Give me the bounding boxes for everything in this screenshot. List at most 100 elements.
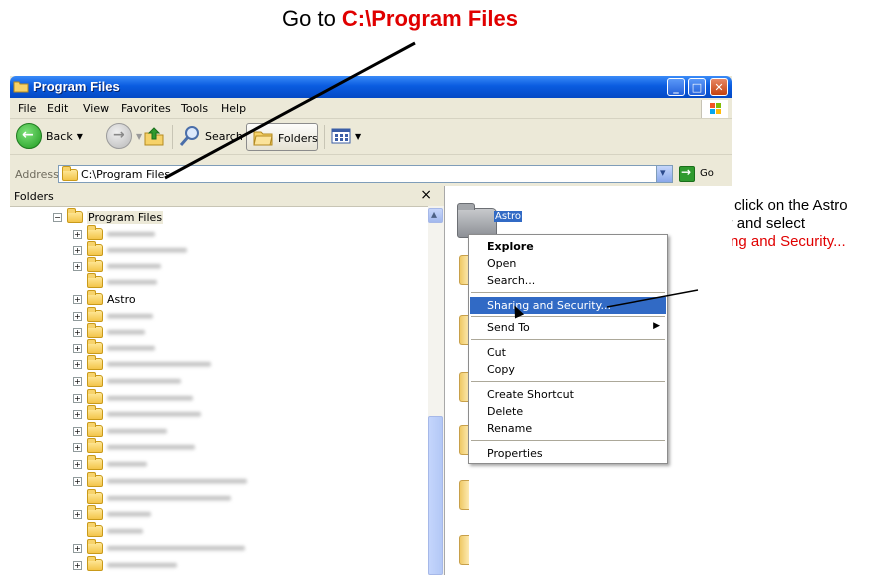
expand-icon[interactable]: + [73, 311, 82, 321]
views-icon [331, 128, 351, 144]
go-arrow-icon[interactable] [679, 165, 695, 182]
search-button[interactable]: Search [178, 123, 243, 149]
tree-item[interactable]: + [73, 556, 177, 573]
views-button[interactable]: ▼ [331, 123, 361, 149]
menu-bar: File Edit View Favorites Tools Help [10, 99, 732, 119]
menu-tools[interactable]: Tools [181, 102, 208, 115]
menu-view[interactable]: View [83, 102, 109, 115]
folder-icon [87, 323, 103, 338]
folders-pane-header: Folders × [10, 186, 444, 207]
tree-item[interactable]: + [73, 405, 201, 422]
tree-item[interactable]: + [73, 323, 145, 340]
scroll-thumb[interactable] [428, 416, 443, 575]
back-arrow-icon: ← [16, 123, 42, 149]
folders-scrollbar[interactable] [428, 206, 444, 575]
menu-item-open[interactable]: Open [470, 255, 666, 272]
forward-dropdown-icon[interactable]: ▼ [136, 132, 142, 141]
expand-icon[interactable]: + [73, 294, 82, 304]
address-dropdown-icon[interactable] [656, 166, 672, 182]
tree-item-label: Program Files [87, 210, 164, 224]
forward-button[interactable]: → ▼ [106, 123, 142, 149]
menu-favorites[interactable]: Favorites [121, 102, 171, 115]
up-button[interactable] [143, 123, 165, 149]
title-bar[interactable]: Program Files _ □ ✕ [10, 76, 732, 98]
menu-separator [471, 316, 665, 317]
close-button[interactable]: ✕ [710, 78, 728, 96]
tree-item[interactable]: + [73, 389, 193, 406]
expand-icon[interactable]: + [73, 409, 82, 419]
tree-item-program-files[interactable]: − Program Files [53, 208, 164, 225]
tree-item[interactable]: + [73, 422, 167, 439]
address-bar: Address C:\Program Files Go [10, 164, 732, 186]
tree-item[interactable]: + [73, 307, 153, 324]
menu-item-sharing-and-security[interactable]: Sharing and Security... [470, 297, 666, 314]
menu-item-rename[interactable]: Rename [470, 420, 666, 437]
minimize-button[interactable]: _ [667, 78, 685, 96]
tree-item[interactable]: + [73, 257, 161, 274]
folder-icon[interactable] [459, 480, 469, 510]
expand-icon[interactable]: + [73, 459, 82, 469]
expand-icon[interactable]: + [73, 442, 82, 452]
views-dropdown-icon[interactable]: ▼ [355, 132, 361, 141]
tree-item[interactable]: + [73, 505, 151, 522]
menu-item-cut[interactable]: Cut [470, 344, 666, 361]
menu-item-send-to[interactable]: Send To ▶ [470, 319, 666, 336]
expand-icon[interactable]: + [73, 245, 82, 255]
tree-item[interactable]: + [73, 355, 211, 372]
expand-icon[interactable]: + [73, 543, 82, 553]
expand-icon[interactable]: + [73, 376, 82, 386]
astro-folder-label[interactable]: Astro [494, 211, 522, 222]
up-folder-icon [144, 127, 164, 146]
tree-item[interactable]: + [73, 273, 157, 290]
go-button[interactable]: Go [700, 168, 714, 179]
folder-icon [87, 241, 103, 256]
tree-item[interactable]: + [73, 372, 181, 389]
folders-button[interactable]: Folders [246, 123, 318, 151]
menu-edit[interactable]: Edit [47, 102, 68, 115]
maximize-button[interactable]: □ [688, 78, 706, 96]
expand-icon[interactable]: + [73, 327, 82, 337]
expand-icon[interactable]: + [73, 359, 82, 369]
menu-item-search[interactable]: Search... [470, 272, 666, 289]
collapse-icon[interactable]: − [53, 212, 62, 222]
folder-icon [87, 422, 103, 437]
menu-item-properties[interactable]: Properties [470, 445, 666, 462]
menu-item-explore[interactable]: Explore [470, 238, 666, 255]
address-label: Address [15, 168, 59, 181]
scroll-up-icon[interactable] [428, 207, 443, 223]
back-dropdown-icon[interactable]: ▼ [77, 132, 83, 141]
tree-item[interactable]: + [73, 522, 143, 539]
back-button[interactable]: ← Back ▼ [16, 123, 83, 149]
tree-item[interactable]: + [73, 455, 147, 472]
tree-item[interactable]: + [73, 539, 245, 556]
tree-item[interactable]: + [73, 489, 231, 506]
expand-icon[interactable]: + [73, 426, 82, 436]
menu-item-copy[interactable]: Copy [470, 361, 666, 378]
folder-icon[interactable] [459, 535, 469, 565]
expand-icon[interactable]: + [73, 229, 82, 239]
expand-icon[interactable]: + [73, 509, 82, 519]
tree-item-astro[interactable]: + Astro [73, 290, 136, 307]
tree-item[interactable]: + [73, 241, 187, 258]
folder-icon [87, 225, 103, 240]
expand-icon[interactable]: + [73, 476, 82, 486]
expand-icon[interactable]: + [73, 343, 82, 353]
tree-item[interactable]: + [73, 472, 247, 489]
menu-file[interactable]: File [18, 102, 36, 115]
submenu-arrow-icon: ▶ [653, 321, 660, 331]
tree-item[interactable]: + [73, 438, 195, 455]
expand-icon[interactable]: + [73, 261, 82, 271]
back-label: Back [46, 129, 73, 143]
folder-icon [87, 307, 103, 322]
address-input[interactable]: C:\Program Files [58, 165, 673, 183]
menu-item-delete[interactable]: Delete [470, 403, 666, 420]
tree-item[interactable]: + [73, 339, 155, 356]
expand-icon[interactable]: + [73, 393, 82, 403]
menu-item-create-shortcut[interactable]: Create Shortcut [470, 386, 666, 403]
expand-icon[interactable]: + [73, 560, 82, 570]
folder-icon [87, 556, 103, 571]
instruction-go-to: Go to C:\Program Files [282, 6, 518, 32]
tree-item[interactable]: + [73, 225, 155, 242]
folders-pane-close-button[interactable]: × [420, 187, 432, 203]
menu-help[interactable]: Help [221, 102, 246, 115]
